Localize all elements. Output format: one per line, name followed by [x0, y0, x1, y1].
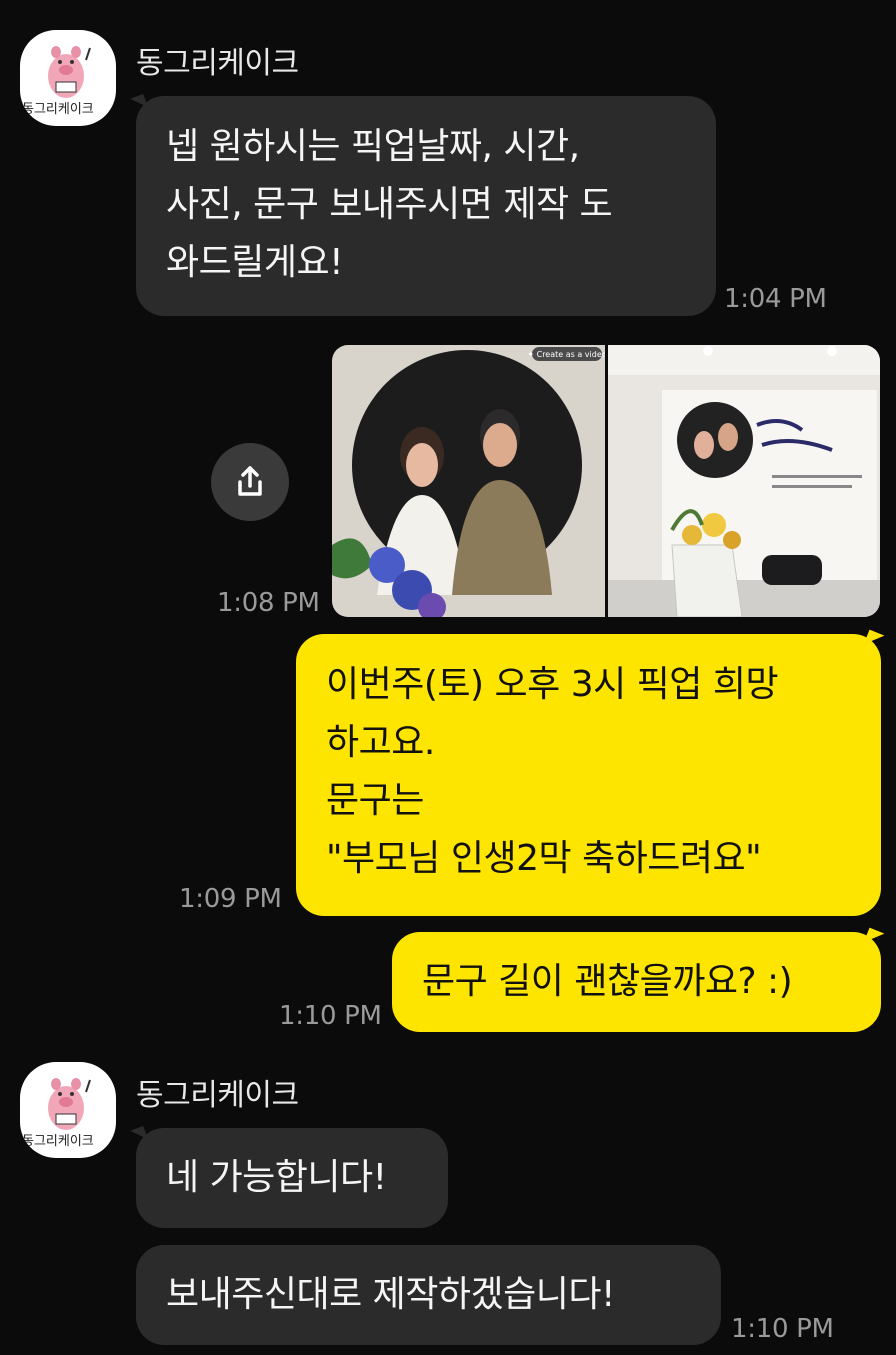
message-timestamp: 1:04 PM — [724, 284, 827, 314]
photo-thumbnails: ✦ Create as a video — [332, 345, 880, 617]
message-line: 하고요. — [326, 722, 435, 763]
message-bubble-incoming[interactable]: 넵 원하시는 픽업날짜, 시간, 사진, 문구 보내주시면 제작 도 와드릴게요… — [136, 96, 716, 316]
message-line: "부모님 인생2막 축하드려요" — [326, 838, 762, 879]
message-bubble-incoming[interactable]: 네 가능합니다! — [136, 1128, 448, 1228]
photo-attachment-group[interactable]: ✦ Create as a video — [332, 345, 880, 617]
message-line: 넵 원하시는 픽업날짜, 시간, — [166, 126, 580, 167]
sender-name: 동그리케이크 — [136, 1078, 299, 1113]
message-line: 보내주신대로 제작하겠습니다! — [166, 1274, 615, 1315]
share-icon — [238, 466, 262, 496]
message-line: 사진, 문구 보내주시면 제작 도 — [166, 184, 613, 225]
avatar-donggri-cake[interactable]: 동그리케이크 — [20, 1062, 116, 1158]
avatar-lettering: 동그리케이크 — [22, 1134, 94, 1149]
sender-name: 동그리케이크 — [136, 46, 299, 81]
message-line: 이번주(토) 오후 3시 픽업 희망 — [326, 664, 779, 705]
message-timestamp: 1:09 PM — [179, 884, 282, 914]
avatar-lettering: 동그리케이크 — [22, 102, 94, 117]
message-timestamp: 1:08 PM — [217, 588, 320, 618]
message-bubble-outgoing[interactable]: 문구 길이 괜찮을까요? :) — [392, 932, 881, 1032]
message-line: 와드릴게요! — [166, 242, 344, 283]
share-button[interactable] — [211, 443, 289, 521]
message-timestamp: 1:10 PM — [731, 1314, 834, 1344]
message-line: 네 가능합니다! — [166, 1157, 387, 1198]
message-bubble-incoming[interactable]: 보내주신대로 제작하겠습니다! — [136, 1245, 721, 1345]
message-line: 문구는 — [326, 780, 424, 821]
message-bubble-outgoing[interactable]: 이번주(토) 오후 3시 픽업 희망 하고요. 문구는 "부모님 인생2막 축하… — [296, 634, 881, 916]
avatar-donggri-cake[interactable]: 동그리케이크 — [20, 30, 116, 126]
message-line: 문구 길이 괜찮을까요? :) — [422, 961, 793, 1002]
create-video-badge: ✦ Create as a video — [527, 350, 606, 359]
message-timestamp: 1:10 PM — [279, 1001, 382, 1031]
